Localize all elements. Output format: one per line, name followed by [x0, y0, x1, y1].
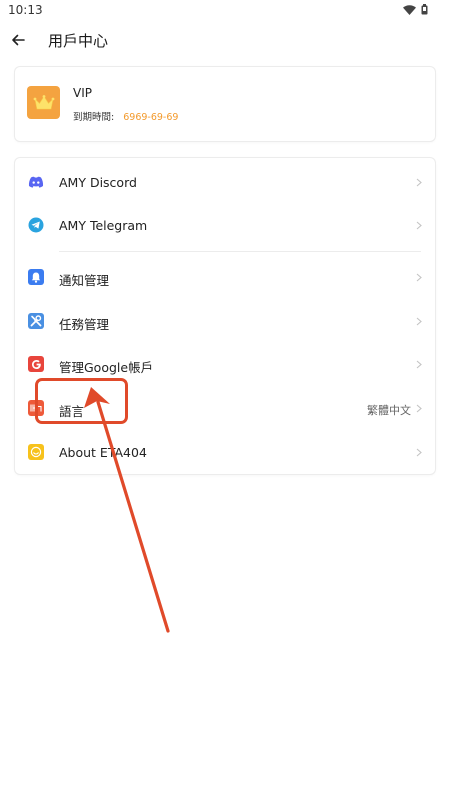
smile-icon [28, 444, 44, 460]
menu-item-about[interactable]: About ETA404 [15, 430, 435, 473]
telegram-icon [28, 217, 44, 233]
chevron-right-icon [416, 178, 422, 187]
menu-item-label: 管理Google帳戶 [59, 360, 154, 375]
menu-item-tasks[interactable]: 任務管理 [15, 299, 435, 342]
expiry-row: 到期時間: 6969-69-69 [73, 109, 178, 123]
menu-item-telegram[interactable]: AMY Telegram [15, 203, 435, 246]
vip-card[interactable]: VIP 到期時間: 6969-69-69 [15, 67, 435, 141]
menu-item-label: 語言 [59, 404, 85, 419]
status-time: 10:13 [8, 3, 43, 17]
crown-icon [33, 94, 54, 109]
chevron-right-icon [416, 448, 422, 457]
menu-item-google-account[interactable]: 管理Google帳戶 [15, 342, 435, 385]
menu-item-label: About ETA404 [59, 445, 147, 460]
bell-icon [28, 269, 44, 285]
google-icon [28, 356, 44, 372]
status-icons [403, 4, 428, 15]
page-title: 用戶中心 [48, 32, 109, 50]
language-icon [28, 400, 44, 416]
wifi-icon [403, 4, 416, 15]
vip-title: VIP [73, 86, 92, 100]
expiry-label: 到期時間: [73, 112, 115, 123]
expiry-value: 6969-69-69 [123, 112, 179, 123]
menu-item-label: AMY Telegram [59, 218, 148, 233]
discord-icon [28, 174, 44, 190]
menu-item-language[interactable]: 語言 繁體中文 [15, 386, 435, 429]
status-bar: 10:13 [0, 0, 450, 22]
app-header: 用戶中心 [0, 22, 450, 60]
section-divider [59, 251, 421, 252]
language-value: 繁體中文 [367, 404, 411, 417]
menu-item-label: 通知管理 [59, 273, 110, 288]
menu-item-label: AMY Discord [59, 175, 137, 190]
screen: 10:13 用戶中心 VIP 到期時間: 6969-69-69 AMY Disc… [0, 0, 450, 800]
chevron-right-icon [416, 273, 422, 282]
menu-card: AMY Discord AMY Telegram 通知管理 任務管理 管理Goo… [15, 158, 435, 474]
arrow-left-icon[interactable] [10, 32, 26, 48]
menu-item-notifications[interactable]: 通知管理 [15, 255, 435, 298]
chevron-right-icon [416, 360, 422, 369]
chevron-right-icon [416, 221, 422, 230]
battery-icon [421, 4, 428, 15]
menu-item-discord[interactable]: AMY Discord [15, 160, 435, 203]
tools-icon [28, 313, 44, 329]
menu-item-label: 任務管理 [59, 317, 110, 332]
chevron-right-icon [416, 317, 422, 326]
vip-avatar [27, 86, 60, 119]
chevron-right-icon [416, 404, 422, 413]
